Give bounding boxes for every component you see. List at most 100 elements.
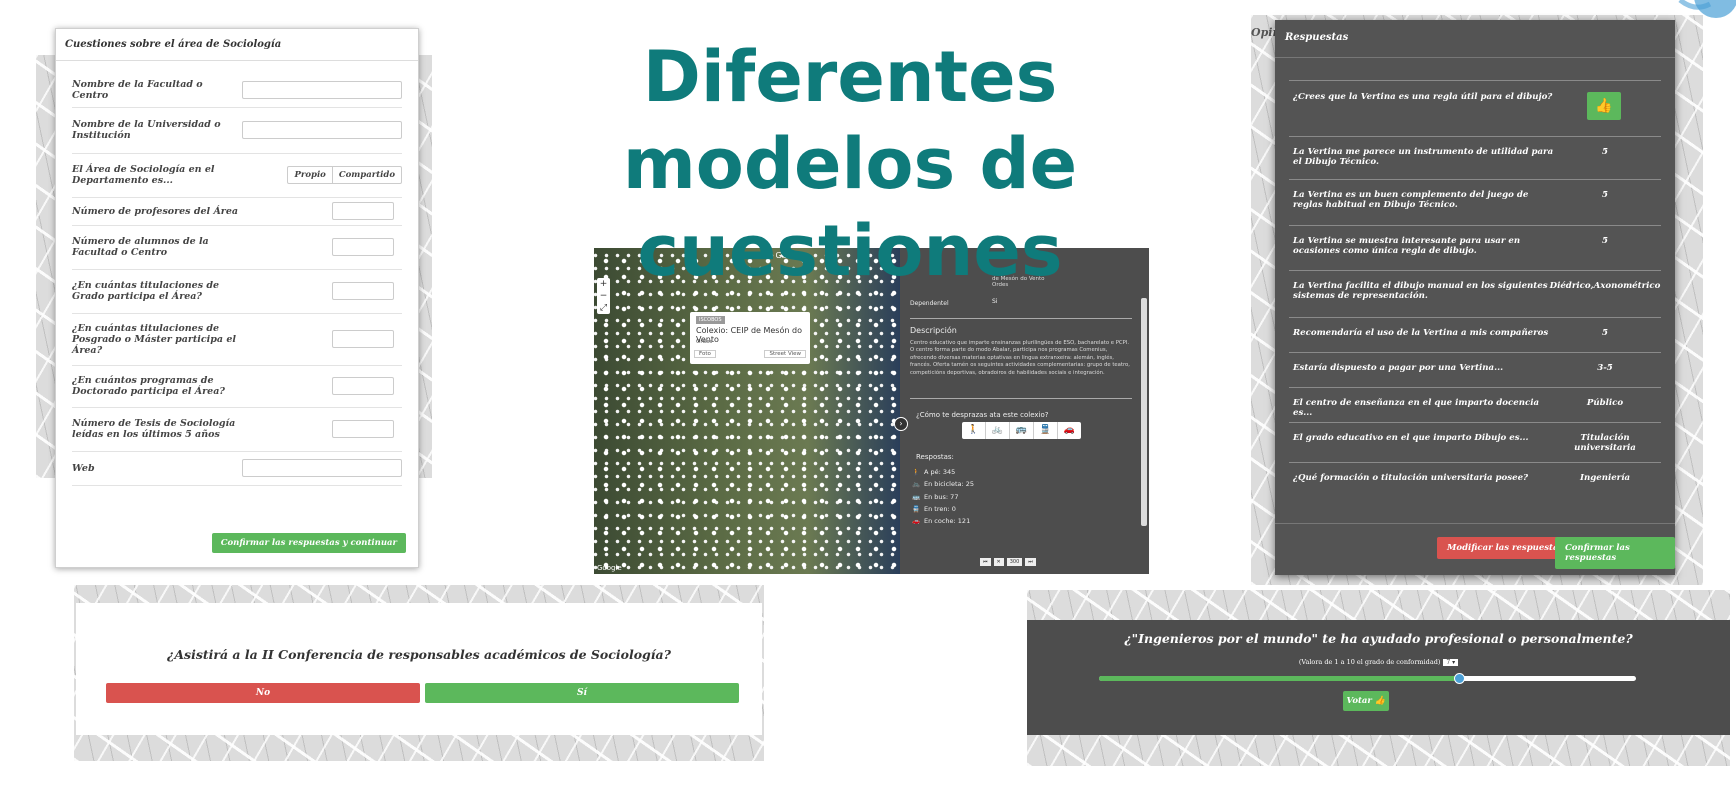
table-row: La Vertina se muestra interesante para u…	[1289, 225, 1661, 256]
form-row-label: Nombre de la Facultad o Centro	[72, 79, 203, 101]
rating-poll-card: ¿"Ingenieros por el mundo" te ha ayudado…	[1027, 620, 1730, 735]
page-title: Diferentes modelos de cuestiones	[622, 36, 1078, 292]
form-row: ¿En cuántas titulaciones de Posgrado o M…	[72, 313, 402, 366]
divider	[910, 398, 1132, 399]
toggle-option[interactable]: Compartido	[331, 167, 401, 183]
info-tag: ISCOBOS	[696, 316, 725, 324]
answer-value: 5	[1602, 190, 1608, 200]
bus-icon[interactable]: 🚌	[1009, 422, 1033, 439]
answer-question: La Vertina facilita el dibujo manual en …	[1293, 281, 1548, 301]
form-row-input[interactable]	[242, 121, 402, 139]
form-row-input[interactable]	[332, 377, 394, 395]
table-row: La Vertina es un buen complemento del ju…	[1289, 179, 1661, 210]
answer-question: ¿Qué formación o titulación universitari…	[1293, 473, 1529, 483]
close-button[interactable]: ✕	[993, 558, 1004, 566]
modify-answers-button[interactable]: Modificar las respuestas	[1437, 537, 1574, 559]
form-row: Número de profesores del Área	[72, 197, 402, 226]
pager: ⏮ ✕ 300 ⏭	[980, 558, 1036, 566]
dependent-label: Dependentel	[910, 300, 949, 307]
fullscreen-button[interactable]: ⤢	[597, 302, 610, 314]
form-row: ¿En cuántas titulaciones de Grado partic…	[72, 269, 402, 314]
conference-poll: ¿Asistirá a la II Conferencia de respons…	[74, 585, 764, 761]
modal-title: Respuestas	[1285, 32, 1349, 43]
form-row-label: Nombre de la Universidad o Institución	[72, 119, 221, 141]
form-row-input[interactable]	[332, 202, 394, 220]
street-view-button[interactable]: Street View	[764, 350, 806, 358]
answers-heading: Respostas:	[916, 453, 954, 461]
form-row-label: ¿En cuántas titulaciones de Grado partic…	[72, 280, 220, 302]
yes-button[interactable]: Sí	[425, 683, 739, 703]
rating-select[interactable]: 7 ▾	[1443, 659, 1459, 666]
answers-modal: Respuestas ¿Crees que la Vertina es una …	[1275, 20, 1675, 575]
answer-value: 5	[1602, 236, 1608, 246]
answer-question: ¿Crees que la Vertina es una regla útil …	[1293, 92, 1553, 102]
decorative-globe-icon	[1678, 0, 1736, 18]
dependent-value: Si	[992, 298, 998, 305]
satellite-map[interactable]	[594, 248, 900, 574]
confirm-answers-button[interactable]: Confirmar las respuestas	[1555, 537, 1675, 569]
rating-question: ¿"Ingenieros por el mundo" te ha ayudado…	[1124, 631, 1633, 646]
form-row-label: El Área de Sociología en el Departamento…	[72, 164, 215, 186]
form-row: Número de alumnos de la Facultad o Centr…	[72, 225, 402, 270]
bike-icon[interactable]: 🚲	[985, 422, 1009, 439]
last-page-button[interactable]: ⏭	[1025, 558, 1036, 566]
form-row-input[interactable]	[332, 420, 394, 438]
answer-question: Recomendaría el uso de la Vertina a mis …	[1293, 328, 1549, 338]
form-row-input[interactable]	[332, 238, 394, 256]
slider-handle[interactable]	[1453, 673, 1465, 684]
car-icon[interactable]: 🚗	[1057, 422, 1081, 439]
answer-value: Titulación universitaria	[1574, 433, 1636, 453]
form-row-input[interactable]	[242, 81, 402, 99]
answer-value: 5	[1602, 147, 1608, 157]
list-item: 🚆 En tren: 0	[912, 504, 956, 513]
table-row: El centro de enseñanza en el que imparto…	[1289, 387, 1661, 418]
form-row: ¿En cuántos programas de Doctorado parti…	[72, 365, 402, 408]
divider	[1275, 523, 1675, 524]
answer-question: El centro de enseñanza en el que imparto…	[1293, 398, 1540, 418]
confirm-continue-button[interactable]: Confirmar las respuestas y continuar	[211, 533, 406, 553]
sociology-form: Cuestiones sobre el área de Sociología N…	[55, 28, 419, 568]
table-row: ¿Qué formación o titulación universitari…	[1289, 462, 1661, 483]
toggle-option[interactable]: Propio	[288, 167, 331, 183]
vote-button[interactable]: Votar 👍	[1343, 691, 1389, 711]
answer-value: 3-5	[1597, 363, 1613, 373]
conference-question: ¿Asistirá a la II Conferencia de respons…	[167, 647, 671, 662]
transport-button-group: 🚶 🚲 🚌 🚆 🚗	[962, 422, 1081, 439]
form-row-input[interactable]	[242, 459, 402, 477]
no-button[interactable]: No	[106, 683, 420, 703]
info-school-town: Ordes	[696, 339, 713, 345]
thumbs-up-icon[interactable]: 👍	[1587, 92, 1621, 120]
form-row: Nombre de la Universidad o Institución	[72, 107, 402, 154]
school-sidebar: de Mesón do Vento Ordes Dependentel Si D…	[900, 248, 1149, 574]
form-row-label: Web	[72, 462, 95, 474]
scrollbar[interactable]	[1141, 298, 1147, 526]
photo-button[interactable]: Foto	[694, 350, 716, 358]
list-item: 🚲 En bicicleta: 25	[912, 480, 975, 489]
form-row-input[interactable]	[332, 330, 394, 348]
list-item: 🚌 En bus: 77	[912, 492, 959, 501]
answer-question: El grado educativo en el que imparto Dib…	[1293, 433, 1529, 443]
form-row-input[interactable]	[332, 282, 394, 300]
table-row: ¿Crees que la Vertina es una regla útil …	[1289, 80, 1661, 120]
conference-poll-card: ¿Asistirá a la II Conferencia de respons…	[76, 603, 762, 735]
form-title: Cuestiones sobre el área de Sociología	[56, 29, 418, 61]
answers-list: 🚶 A pé: 345 🚲 En bicicleta: 25 🚌 En bus: 77…	[912, 466, 974, 527]
transport-question: ¿Cómo te desprazas ata este colexio?	[916, 411, 1049, 419]
form-row-label: Número de profesores del Área	[72, 205, 239, 217]
answer-question: La Vertina se muestra interesante para u…	[1293, 236, 1521, 256]
table-row: Estaría dispuesto a pagar por una Vertin…	[1289, 352, 1661, 373]
answer-value: 5	[1602, 328, 1608, 338]
answer-question: Estaría dispuesto a pagar por una Vertin…	[1293, 363, 1504, 373]
answer-question: La Vertina es un buen complemento del ju…	[1293, 190, 1529, 210]
first-page-button[interactable]: ⏮	[980, 558, 991, 566]
answer-value: Diédrico,Axonométrico	[1549, 281, 1661, 291]
rating-poll: ¿"Ingenieros por el mundo" te ha ayudado…	[1027, 590, 1730, 766]
divider	[1275, 57, 1675, 58]
answer-value: Ingeniería	[1579, 473, 1631, 483]
rating-slider[interactable]	[1099, 673, 1636, 684]
form-row: Nombre de la Facultad o Centro	[72, 73, 402, 108]
form-row: El Área de Sociología en el Departamento…	[72, 153, 402, 198]
train-icon[interactable]: 🚆	[1033, 422, 1057, 439]
slider-fill	[1099, 676, 1459, 681]
walk-icon[interactable]: 🚶	[962, 422, 985, 439]
